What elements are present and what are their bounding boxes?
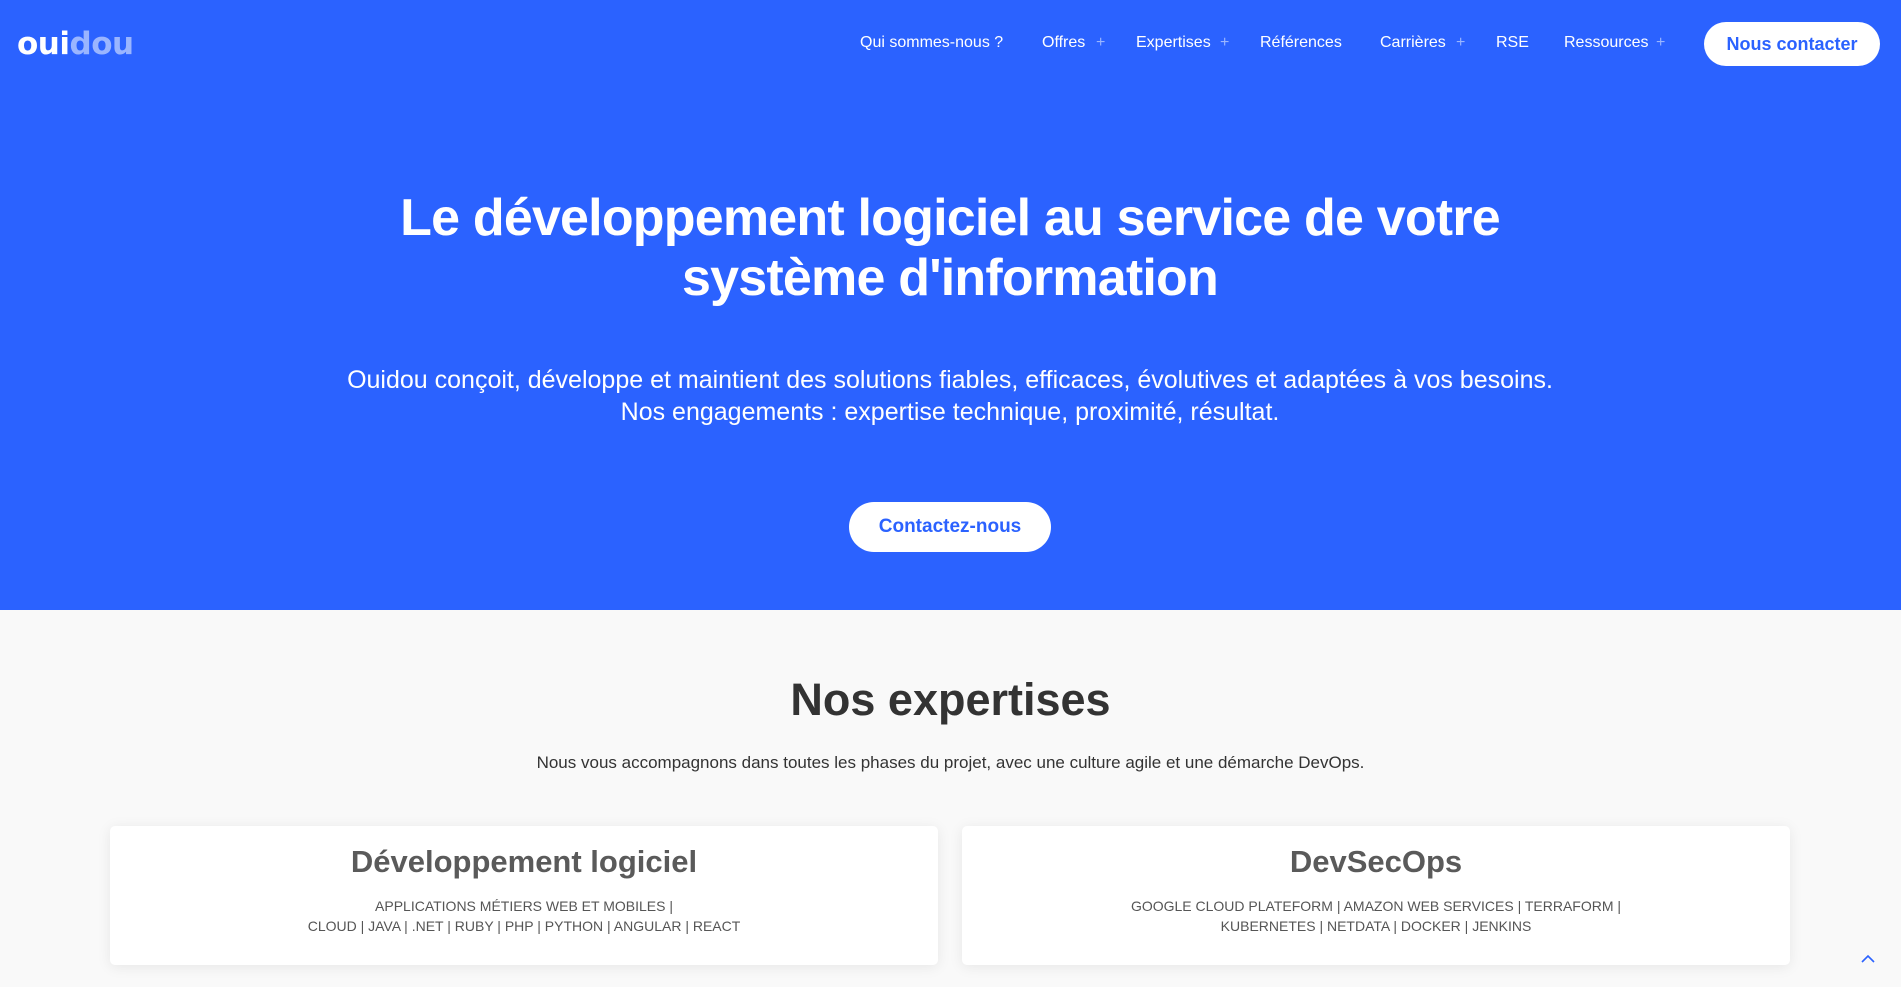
scroll-to-top-button[interactable] <box>1857 948 1879 970</box>
hero-title-line2: système d'information <box>682 249 1219 307</box>
hero-title-line1: Le développement logiciel au service de … <box>400 189 1501 247</box>
offres-plus-icon[interactable]: + <box>1096 32 1105 54</box>
hero-subtitle-line2: Nos engagements : expertise technique, p… <box>620 398 1280 426</box>
expertises-plus-icon[interactable]: + <box>1220 32 1229 54</box>
main-nav: Qui sommes-nous ? Offres + Expertises + … <box>0 32 1901 56</box>
nav-item-ressources[interactable]: Ressources <box>1564 32 1648 54</box>
nav-item-rse[interactable]: RSE <box>1496 32 1529 54</box>
card-tags-line2: Kubernetes | Netdata | Docker | Jenkins <box>1220 918 1532 934</box>
expertise-card-devsecops[interactable]: DevSecOps Google Cloud Plateform | Amazo… <box>962 826 1790 965</box>
nav-item-references[interactable]: Références <box>1260 32 1342 54</box>
nav-item-offres[interactable]: Offres <box>1042 32 1085 54</box>
expertise-card-developpement[interactable]: Développement logiciel Applications méti… <box>110 826 938 965</box>
card-tags-line2: Cloud | Java | .NET | Ruby | PHP | Pytho… <box>307 918 741 934</box>
nav-item-carrieres[interactable]: Carrières <box>1380 32 1446 54</box>
hero-subtitle: Ouidou conçoit, développe et maintient d… <box>200 364 1700 428</box>
nav-item-expertises[interactable]: Expertises <box>1136 32 1211 54</box>
hero-section: ouidou Qui sommes-nous ? Offres + Expert… <box>0 0 1901 610</box>
card-title: DevSecOps <box>1289 844 1463 879</box>
contactez-nous-button[interactable]: Contactez-nous <box>849 502 1051 552</box>
card-tags-line1: Google Cloud Plateform | Amazon Web Serv… <box>1130 898 1622 914</box>
nous-contacter-button[interactable]: Nous contacter <box>1704 22 1880 66</box>
card-title: Développement logiciel <box>350 844 698 879</box>
expertises-subtitle: Nous vous accompagnons dans toutes les p… <box>536 753 1365 772</box>
card-tags: Google Cloud Plateform | Amazon Web Serv… <box>962 896 1790 936</box>
expertises-title: Nos expertises <box>790 674 1111 725</box>
card-tags-line1: Applications métiers web et mobiles | <box>375 898 673 914</box>
card-tags: Applications métiers web et mobiles | Cl… <box>110 896 938 936</box>
chevron-up-icon <box>1861 954 1875 963</box>
nav-item-qui-sommes-nous[interactable]: Qui sommes-nous ? <box>860 32 1003 54</box>
hero-subtitle-line1: Ouidou conçoit, développe et maintient d… <box>347 366 1553 394</box>
carrieres-plus-icon[interactable]: + <box>1456 32 1465 54</box>
ressources-plus-icon[interactable]: + <box>1656 32 1665 54</box>
hero-title: Le développement logiciel au service de … <box>250 188 1650 308</box>
